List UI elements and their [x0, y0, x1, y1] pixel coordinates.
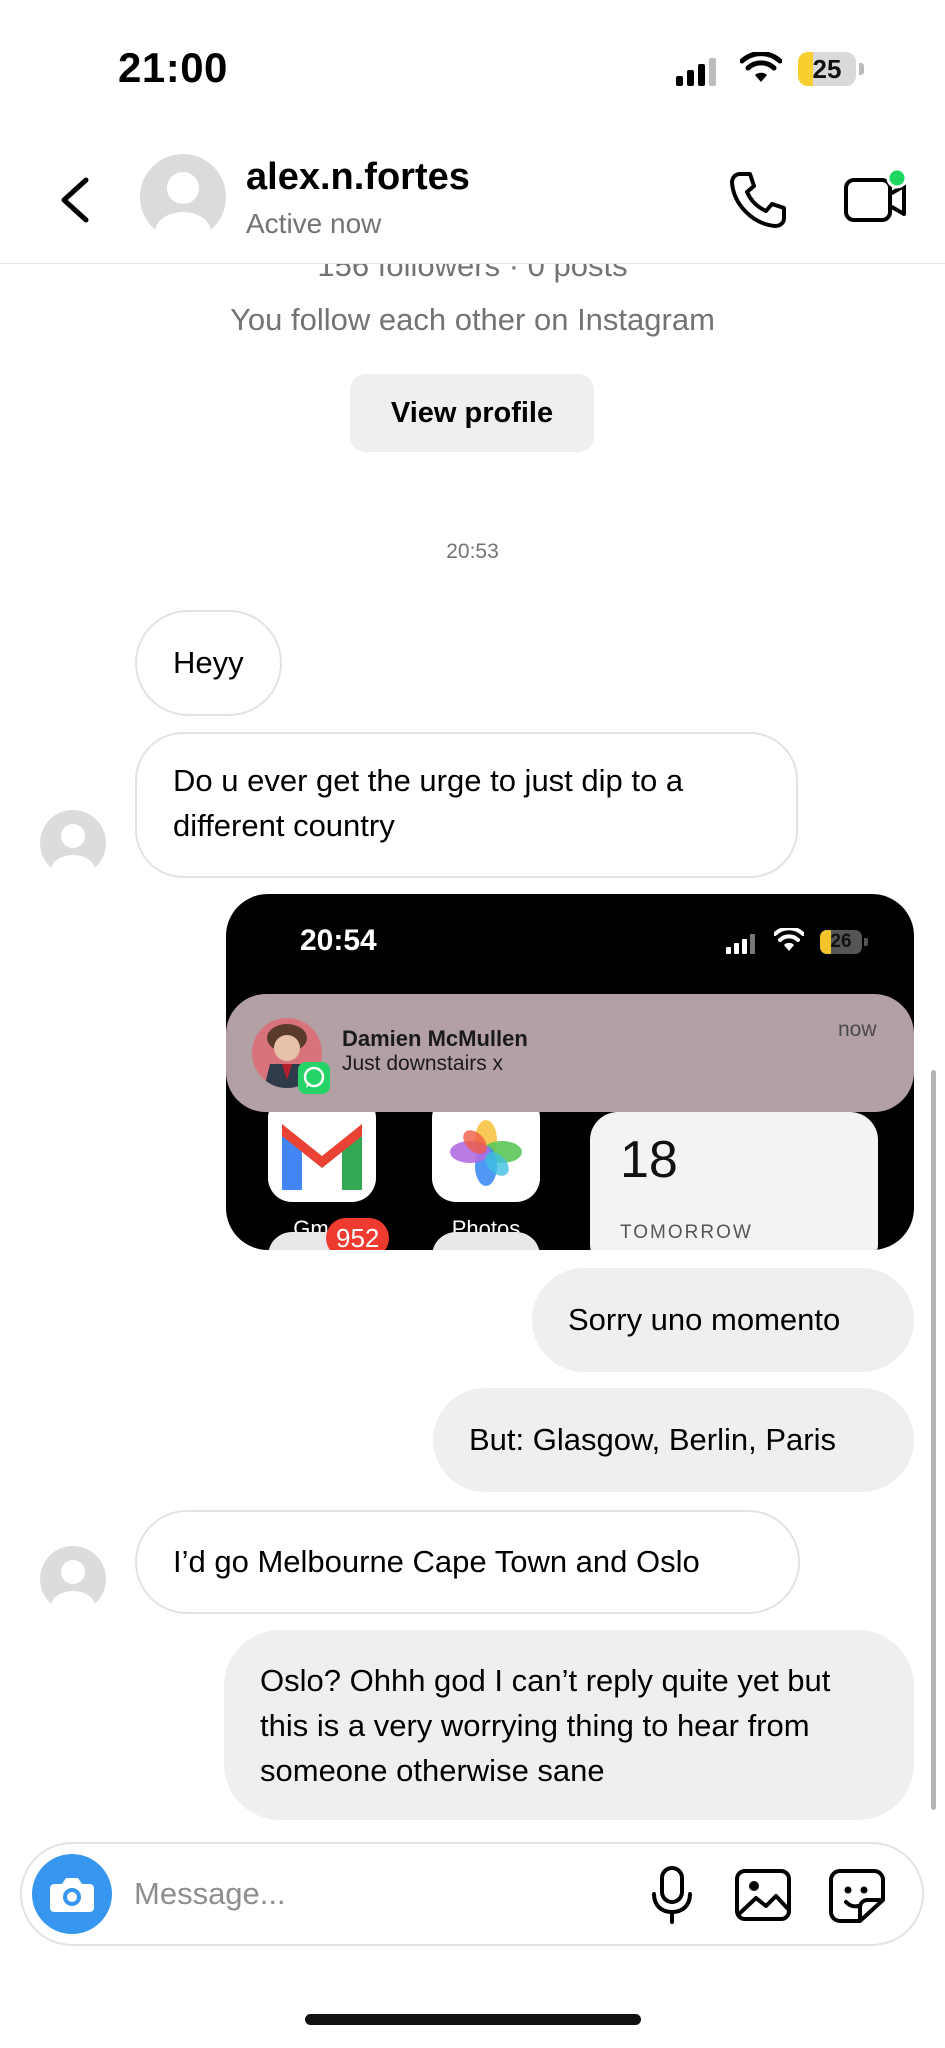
phone-icon[interactable] [726, 168, 790, 232]
profile-mutual-follow: You follow each other on Instagram [230, 302, 715, 337]
avatar-silhouette-icon [155, 172, 211, 240]
online-dot [886, 167, 908, 189]
wifi-icon [740, 52, 782, 82]
notification-text: Just downstairs x [342, 1052, 504, 1075]
sender-avatar[interactable] [40, 1546, 106, 1612]
battery-body: 25 [798, 52, 856, 86]
battery-icon: 25 [798, 52, 864, 86]
shot-status-time: 20:54 [300, 924, 377, 957]
battery-body: 26 [820, 930, 862, 954]
view-profile-button[interactable]: View profile [350, 374, 594, 452]
notification-sender: Damien McMullen [342, 1026, 528, 1051]
home-indicator[interactable] [305, 2014, 641, 2025]
status-bar: 21:00 25 [0, 0, 945, 130]
sticker-icon[interactable] [828, 1868, 886, 1924]
sender-avatar[interactable] [40, 810, 106, 876]
avatar-silhouette-icon [51, 824, 95, 876]
notification-time: now [838, 1018, 877, 1041]
battery-icon: 26 [820, 930, 868, 954]
message-bubble-incoming[interactable]: Heyy [135, 610, 282, 716]
scrollbar[interactable] [931, 1070, 936, 1810]
avatar-silhouette-icon [51, 1560, 95, 1612]
message-timestamp: 20:53 [446, 540, 499, 563]
message-composer [20, 1842, 924, 1946]
camera-icon [50, 1878, 94, 1912]
battery-level: 26 [830, 931, 852, 952]
chat-thread[interactable]: 156 followers · 0 posts You follow each … [0, 264, 945, 1820]
battery-level: 25 [812, 54, 842, 84]
app-icon-partial [432, 1232, 540, 1250]
contact-status: Active now [246, 208, 382, 239]
message-bubble-outgoing[interactable]: But: Glasgow, Berlin, Paris [433, 1388, 914, 1492]
camera-button[interactable] [32, 1854, 112, 1934]
signal-icon [676, 58, 716, 86]
push-notification: Damien McMullen Just downstairs x now [226, 994, 914, 1112]
message-bubble-incoming[interactable]: I’d go Melbourne Cape Town and Oslo [135, 1510, 800, 1614]
widget-day: 18 [620, 1131, 678, 1189]
message-bubble-incoming[interactable]: Do u ever get the urge to just dip to a … [135, 732, 798, 878]
message-bubble-outgoing[interactable]: Sorry uno momento [532, 1268, 914, 1372]
widget-tomorrow: TOMORROW [620, 1222, 753, 1243]
calendar-widget: 18 TOMORROW [590, 1112, 878, 1250]
avatar[interactable] [140, 154, 226, 240]
shared-image-message[interactable]: 20:54 26 Gmail Photos 952 18 TOMORROW Da… [226, 894, 914, 1250]
profile-stats: 156 followers · 0 posts [317, 264, 628, 283]
chat-header: alex.n.fortes Active now [0, 130, 945, 264]
message-bubble-outgoing[interactable]: Oslo? Ohhh god I can’t reply quite yet b… [224, 1630, 914, 1820]
battery-cap [864, 938, 868, 946]
wifi-icon [774, 928, 804, 951]
notification-badge: 952 [326, 1218, 390, 1250]
status-time: 21:00 [118, 44, 228, 91]
battery-cap [859, 63, 864, 75]
signal-icon [726, 934, 755, 954]
contact-name[interactable]: alex.n.fortes [246, 156, 470, 199]
back-chevron-icon[interactable] [48, 170, 108, 230]
video-camera-icon[interactable] [840, 166, 912, 232]
microphone-icon[interactable] [644, 1866, 700, 1924]
whatsapp-icon [298, 1062, 330, 1094]
gallery-icon[interactable] [734, 1868, 792, 1922]
message-input[interactable] [134, 1864, 634, 1924]
